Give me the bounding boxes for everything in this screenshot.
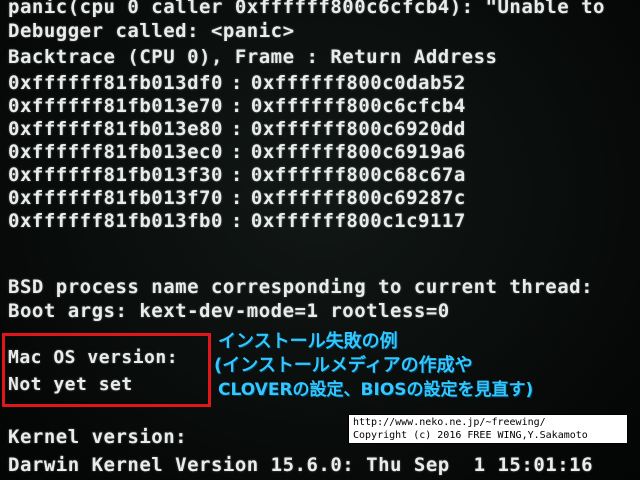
bsd-process-line: BSD process name corresponding to curren… — [8, 276, 594, 298]
frame-address: 0xffffff81fb013e70 — [8, 95, 223, 117]
return-address: 0xffffff800c1c9117 — [250, 210, 466, 232]
frame-address: 0xffffff81fb013f70 — [8, 187, 223, 209]
kernel-version-label: Kernel version: — [8, 426, 188, 448]
frame-separator: : — [230, 118, 243, 140]
frame-separator: : — [230, 187, 243, 209]
return-address: 0xffffff800c0dab52 — [250, 72, 466, 94]
frame-address: 0xffffff81fb013df0 — [8, 72, 223, 94]
credit-url: http://www.neko.ne.jp/~freewing/ — [353, 417, 546, 428]
credit-copyright: Copyright (c) 2016 FREE WING,Y.Sakamoto — [353, 430, 588, 441]
frame-separator: : — [230, 210, 243, 232]
backtrace-row: 0xffffff81fb013df0:0xffffff800c0dab52 — [8, 72, 466, 94]
return-address: 0xffffff800c6920dd — [250, 118, 466, 140]
frame-separator: : — [230, 72, 243, 94]
frame-separator: : — [230, 95, 243, 117]
annotation-line3: CLOVERの設定、BIOSの設定を見直す) — [218, 380, 534, 400]
frame-separator: : — [230, 141, 243, 163]
debugger-line: Debugger called: <panic> — [8, 20, 295, 42]
highlight-box — [2, 333, 211, 407]
backtrace-row: 0xffffff81fb013f70:0xffffff800c69287c — [8, 187, 466, 209]
backtrace-row: 0xffffff81fb013fb0:0xffffff800c1c9117 — [8, 210, 466, 232]
darwin-version-line: Darwin Kernel Version 15.6.0: Thu Sep 1 … — [8, 454, 594, 476]
frame-address: 0xffffff81fb013fb0 — [8, 210, 223, 232]
return-address: 0xffffff800c69287c — [250, 187, 466, 209]
panic-line: panic(cpu 0 caller 0xffffff800c6cfcb4): … — [8, 0, 605, 18]
copyright-stamp: http://www.neko.ne.jp/~freewing/ Copyrig… — [348, 414, 628, 444]
return-address: 0xffffff800c6cfcb4 — [250, 95, 466, 117]
annotation-line2: (インストールメディアの作成や — [214, 355, 473, 376]
backtrace-row: 0xffffff81fb013f30:0xffffff800c68c67a — [8, 164, 466, 186]
return-address: 0xffffff800c68c67a — [250, 164, 466, 186]
kernel-panic-screen: panic(cpu 0 caller 0xffffff800c6cfcb4): … — [0, 0, 640, 480]
backtrace-row: 0xffffff81fb013ec0:0xffffff800c6919a6 — [8, 141, 466, 163]
frame-separator: : — [230, 164, 243, 186]
backtrace-row: 0xffffff81fb013e70:0xffffff800c6cfcb4 — [8, 95, 466, 117]
frame-address: 0xffffff81fb013ec0 — [8, 141, 223, 163]
frame-address: 0xffffff81fb013f30 — [8, 164, 223, 186]
frame-address: 0xffffff81fb013e80 — [8, 118, 223, 140]
return-address: 0xffffff800c6919a6 — [250, 141, 466, 163]
annotation-title: インストール失敗の例 — [218, 331, 398, 352]
backtrace-row: 0xffffff81fb013e80:0xffffff800c6920dd — [8, 118, 466, 140]
backtrace-header: Backtrace (CPU 0), Frame : Return Addres… — [8, 46, 498, 68]
boot-args-line: Boot args: kext-dev-mode=1 rootless=0 — [8, 300, 450, 322]
